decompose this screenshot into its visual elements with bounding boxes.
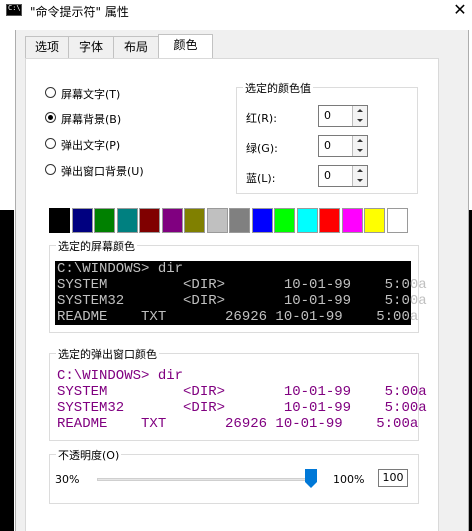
preview-line: C:\WINDOWS> dir: [57, 368, 184, 384]
radio-circle: [45, 164, 56, 175]
color-swatch[interactable]: [251, 208, 273, 233]
group-title: 选定的颜色值: [243, 80, 313, 96]
color-swatch[interactable]: [206, 208, 228, 233]
color-swatch[interactable]: [49, 208, 70, 233]
color-swatch[interactable]: [116, 208, 138, 233]
radio-circle: [45, 138, 56, 149]
spin-down-icon[interactable]: [352, 146, 367, 156]
preview-line: C:\WINDOWS> dir: [57, 261, 184, 277]
radio-dot: [48, 115, 53, 120]
preview-line: SYSTEM <DIR> 10-01-99 5:00a: [57, 277, 427, 293]
green-spinner[interactable]: 0: [318, 135, 368, 157]
color-swatch[interactable]: [341, 208, 363, 233]
color-swatch[interactable]: [319, 208, 340, 233]
radio-label: 屏幕背景(B): [61, 113, 122, 126]
title-bar: C:\ "命令提示符" 属性 ✕: [0, 0, 472, 30]
cmd-app-icon: C:\: [6, 4, 22, 16]
opacity-value-field[interactable]: 100: [378, 469, 408, 487]
preview-line: SYSTEM32 <DIR> 10-01-99 5:00a: [57, 400, 427, 416]
group-title: 不透明度(O): [56, 447, 122, 463]
group-title: 选定的弹出窗口颜色: [56, 346, 159, 362]
selected-color-values-group: 选定的颜色值 红(R): 0 绿(G): 0 蓝(L): 0: [236, 80, 418, 194]
opacity-slider-track[interactable]: [97, 478, 315, 481]
tab-options[interactable]: 选项: [25, 36, 69, 58]
color-swatch[interactable]: [386, 208, 408, 233]
tab-layout[interactable]: 布局: [113, 36, 159, 58]
tab-font[interactable]: 字体: [68, 36, 114, 58]
group-title: 选定的屏幕颜色: [56, 238, 137, 254]
color-swatch[interactable]: [296, 208, 318, 233]
color-swatch[interactable]: [229, 208, 250, 233]
color-swatch[interactable]: [139, 208, 160, 233]
close-icon[interactable]: ✕: [448, 0, 472, 24]
color-swatch[interactable]: [184, 208, 205, 233]
preview-line: SYSTEM <DIR> 10-01-99 5:00a: [57, 384, 427, 400]
color-swatch[interactable]: [161, 208, 183, 233]
red-label: 红(R):: [246, 112, 277, 125]
spin-down-icon[interactable]: [352, 176, 367, 186]
red-value[interactable]: 0: [324, 109, 331, 122]
radio-circle-selected: [45, 112, 56, 123]
radio-label: 屏幕文字(T): [61, 88, 121, 101]
radio-label: 弹出窗口背景(U): [61, 165, 144, 178]
opacity-slider-thumb[interactable]: [305, 469, 317, 488]
tab-colors[interactable]: 颜色: [158, 34, 213, 59]
red-spinner[interactable]: 0: [318, 105, 368, 127]
window-title: "命令提示符" 属性: [30, 5, 129, 19]
preview-line: README TXT 26926 10-01-99 5:00a: [57, 416, 419, 432]
blue-spinner[interactable]: 0: [318, 165, 368, 187]
blue-value[interactable]: 0: [324, 169, 331, 182]
blue-label: 蓝(L):: [246, 172, 276, 185]
color-swatch[interactable]: [364, 208, 385, 233]
radio-label: 弹出文字(P): [61, 139, 121, 152]
opacity-min-label: 30%: [55, 473, 80, 486]
green-value[interactable]: 0: [324, 139, 331, 152]
popup-colors-preview: C:\WINDOWS> dir SYSTEM <DIR> 10-01-99 5:…: [55, 368, 427, 433]
color-swatch[interactable]: [71, 208, 93, 233]
spin-down-icon[interactable]: [352, 116, 367, 126]
background-console-left: [0, 210, 14, 531]
green-label: 绿(G):: [246, 142, 278, 155]
radio-circle: [45, 87, 56, 98]
color-swatch[interactable]: [274, 208, 295, 233]
color-swatch[interactable]: [94, 208, 115, 233]
screen-colors-preview: C:\WINDOWS> dir SYSTEM <DIR> 10-01-99 5:…: [55, 261, 427, 325]
opacity-max-label: 100%: [333, 473, 365, 486]
preview-line: SYSTEM32 <DIR> 10-01-99 5:00a: [57, 293, 427, 309]
preview-line: README TXT 26926 10-01-99 5:00a: [57, 309, 419, 325]
